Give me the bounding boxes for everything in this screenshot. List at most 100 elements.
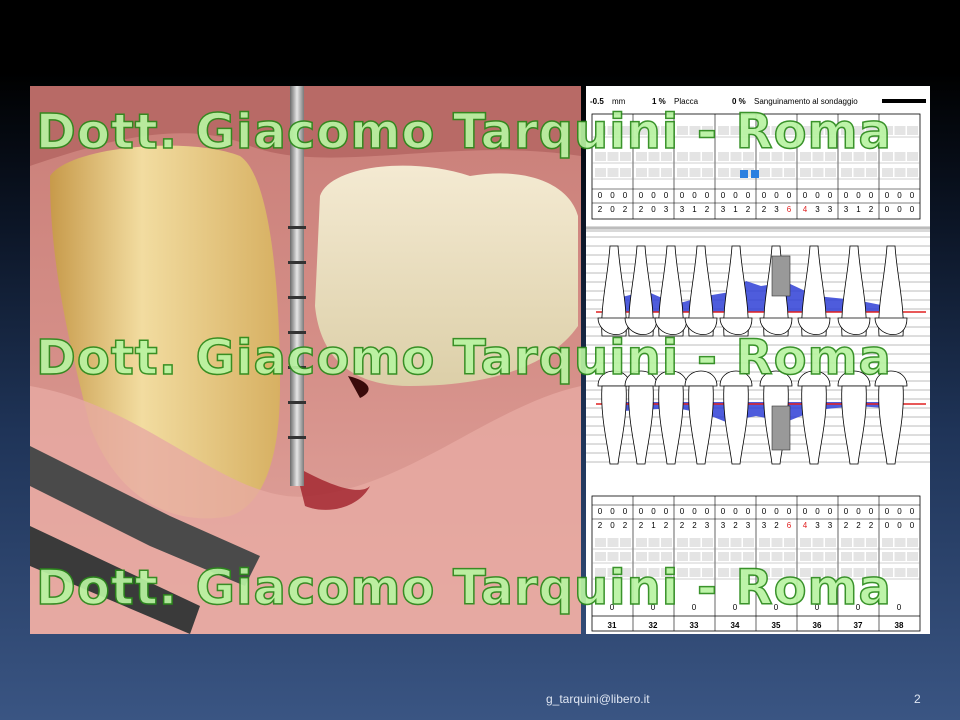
upper-chart-cell: 0: [680, 191, 685, 200]
upper-chart-cell: 0: [869, 191, 874, 200]
tooth-number-label: 32: [649, 621, 658, 630]
lower-chart-cell: 0: [680, 507, 685, 516]
upper-chart-cell: 1: [692, 205, 697, 214]
upper-chart-cell: 2: [705, 205, 710, 214]
upper-chart-cell: 0: [733, 191, 738, 200]
lower-chart-cell: 3: [762, 521, 767, 530]
upper-chart-cell: 1: [733, 205, 738, 214]
upper-chart-cell: 0: [897, 191, 902, 200]
upper-chart-cell: 0: [692, 191, 697, 200]
upper-chart-cell: 0: [623, 191, 628, 200]
upper-chart-cell: 0: [885, 205, 890, 214]
lower-chart-cell: 3: [746, 521, 751, 530]
lower-chart-cell: 2: [598, 521, 603, 530]
upper-chart-cell: 3: [721, 205, 726, 214]
upper-chart-cell: 3: [680, 205, 685, 214]
lower-chart-cell: 0: [803, 507, 808, 516]
lower-chart-cell: 2: [774, 521, 779, 530]
lower-chart-cell: 0: [610, 521, 615, 530]
upper-chart-cell: 2: [746, 205, 751, 214]
lower-chart-cell: 6: [787, 521, 792, 530]
upper-chart-cell: 0: [910, 191, 915, 200]
upper-chart-cell: 0: [844, 191, 849, 200]
lower-chart-cell: 0: [692, 507, 697, 516]
upper-chart-cell: 3: [828, 205, 833, 214]
lower-chart-cell: 3: [815, 521, 820, 530]
upper-chart-cell: 3: [844, 205, 849, 214]
lower-chart-cell: 0: [844, 507, 849, 516]
upper-chart-cell: 2: [598, 205, 603, 214]
upper-chart-cell: 3: [815, 205, 820, 214]
tooth-number-label: 36: [813, 621, 822, 630]
upper-chart-cell: 0: [787, 191, 792, 200]
tooth-number-label: 34: [731, 621, 740, 630]
upper-chart-cell: 0: [610, 191, 615, 200]
lower-chart-cell: 0: [664, 507, 669, 516]
lower-chart-cell: 0: [897, 521, 902, 530]
lower-chart-cell: 0: [746, 507, 751, 516]
upper-chart-cell: 0: [651, 191, 656, 200]
lower-chart-cell: 2: [733, 521, 738, 530]
upper-chart-cell: 0: [803, 191, 808, 200]
tooth-number-label: 37: [854, 621, 863, 630]
upper-chart-cell: 0: [856, 191, 861, 200]
lower-chart-cell: 3: [705, 521, 710, 530]
lower-chart-cell: 4: [803, 521, 808, 530]
lower-chart-cell: 0: [774, 507, 779, 516]
lower-chart-cell: 0: [885, 521, 890, 530]
upper-chart-cell: 0: [815, 191, 820, 200]
watermark-middle: Dott. Giacomo Tarquini - Roma: [35, 329, 892, 387]
upper-chart-cell: 0: [774, 191, 779, 200]
lower-chart-cell: 0: [869, 507, 874, 516]
upper-chart-cell: 0: [885, 191, 890, 200]
upper-chart-cell: 0: [762, 191, 767, 200]
tooth-number-label: 38: [895, 621, 904, 630]
upper-chart-cell: 0: [828, 191, 833, 200]
lower-chart-cell: 0: [815, 507, 820, 516]
lower-chart-cell: 0: [651, 507, 656, 516]
lower-chart-cell: 3: [721, 521, 726, 530]
upper-chart-cell: 0: [639, 191, 644, 200]
lower-chart-cell: 2: [680, 521, 685, 530]
footer-email: g_tarquini@libero.it: [546, 692, 650, 706]
watermark-top: Dott. Giacomo Tarquini - Roma: [35, 103, 892, 161]
upper-chart-cell: 0: [664, 191, 669, 200]
upper-chart-cell: 2: [639, 205, 644, 214]
lower-chart-cell: 0: [856, 507, 861, 516]
upper-chart-cell: 0: [598, 191, 603, 200]
lower-chart-cell: 2: [639, 521, 644, 530]
lower-chart-cell: 0: [610, 507, 615, 516]
upper-chart-cell: 0: [721, 191, 726, 200]
lower-chart-cell: 3: [828, 521, 833, 530]
lower-chart-cell: 0: [762, 507, 767, 516]
upper-chart-cell: 0: [897, 205, 902, 214]
upper-chart-cell: 0: [651, 205, 656, 214]
upper-chart-cell: 0: [746, 191, 751, 200]
upper-chart-cell: 2: [762, 205, 767, 214]
lower-chart-cell: 1: [651, 521, 656, 530]
lower-chart-cell: 0: [897, 507, 902, 516]
lower-chart-cell: 0: [721, 507, 726, 516]
lower-chart-cell: 0: [885, 507, 890, 516]
slide-number: 2: [914, 692, 921, 706]
upper-chart-cell: 3: [774, 205, 779, 214]
lower-chart-cell: 0: [623, 507, 628, 516]
watermark-bottom: Dott. Giacomo Tarquini - Roma: [35, 559, 892, 617]
lower-chart-cell: 2: [869, 521, 874, 530]
lower-chart-cell: 2: [664, 521, 669, 530]
upper-chart-cell: 2: [869, 205, 874, 214]
lower-chart-cell: 2: [844, 521, 849, 530]
lower-chart-cell: 2: [692, 521, 697, 530]
upper-chart-cell: 3: [664, 205, 669, 214]
lower-chart-cell: 0: [705, 507, 710, 516]
tooth-number-label: 33: [690, 621, 699, 630]
upper-chart-cell: 1: [856, 205, 861, 214]
upper-chart-cell: 2: [623, 205, 628, 214]
lower-chart-cell: 0: [639, 507, 644, 516]
tooth-number-label: 31: [608, 621, 617, 630]
lower-chart-cell: 0: [787, 507, 792, 516]
lower-chart-cell: 2: [623, 521, 628, 530]
lower-chart-cell: 2: [856, 521, 861, 530]
lower-chart-cell: 0: [910, 507, 915, 516]
lower-chart-cell: 0: [598, 507, 603, 516]
